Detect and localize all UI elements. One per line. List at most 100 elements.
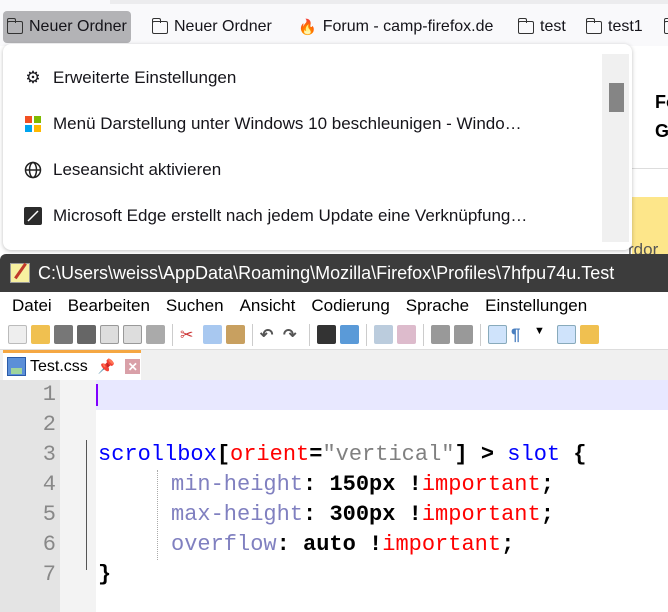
dropdown-arrow-icon[interactable]: ▼ xyxy=(534,325,553,344)
bookmark-label: test1 xyxy=(608,18,643,35)
bang: ! xyxy=(395,472,422,497)
redo-icon[interactable]: ↷ xyxy=(283,325,302,344)
bookmark-label: test xyxy=(540,18,566,35)
new-file-icon[interactable] xyxy=(8,325,27,344)
menu-suchen[interactable]: Suchen xyxy=(166,296,224,316)
bracket: [ xyxy=(216,442,231,467)
open-file-icon[interactable] xyxy=(31,325,50,344)
code-text: scrollbox[orient="vertical"] > slot { xyxy=(98,440,587,470)
tab-test-css[interactable]: Test.css 📌 ✕ xyxy=(3,350,141,380)
copy-icon[interactable] xyxy=(203,325,222,344)
folder-icon xyxy=(517,17,534,34)
bookmark-folder-more[interactable] xyxy=(660,11,668,43)
undo-icon[interactable]: ↶ xyxy=(260,325,279,344)
menu-ansicht[interactable]: Ansicht xyxy=(240,296,296,316)
bookmark-forum[interactable]: 🔥 Forum - camp-firefox.de xyxy=(294,11,497,43)
menu-bearbeiten[interactable]: Bearbeiten xyxy=(68,296,150,316)
semicolon: ; xyxy=(540,502,554,527)
line-number: 2 xyxy=(42,412,56,437)
paste-icon[interactable] xyxy=(226,325,245,344)
scrollbar-thumb[interactable] xyxy=(609,83,624,112)
toolbar: ✂ ↶ ↷ ¶ ▼ xyxy=(0,320,668,350)
line-number: 5 xyxy=(42,502,56,527)
selector: slot xyxy=(507,442,561,467)
value: 150px xyxy=(329,472,396,497)
selector: scrollbox xyxy=(98,442,217,467)
word-wrap-icon[interactable] xyxy=(488,325,507,344)
property: overflow xyxy=(171,532,277,557)
edge-icon xyxy=(23,206,43,226)
dropdown-item-microsoft-edge[interactable]: Microsoft Edge erstellt nach jedem Updat… xyxy=(23,201,527,231)
zoom-in-icon[interactable] xyxy=(374,325,393,344)
current-line-highlight xyxy=(96,380,668,410)
operator: = xyxy=(309,442,323,467)
code-text: min-height: 150px !important; xyxy=(171,470,554,500)
close-icon[interactable] xyxy=(100,325,119,344)
more-icon[interactable] xyxy=(580,325,599,344)
code-line: 3 scrollbox[orient="vertical"] > slot { xyxy=(0,440,668,470)
bang: ! xyxy=(395,502,422,527)
menu-einstellungen[interactable]: Einstellungen xyxy=(485,296,587,316)
dropdown-item-erweiterte-einstellungen[interactable]: ⚙ Erweiterte Einstellungen xyxy=(23,63,236,93)
save-icon[interactable] xyxy=(54,325,73,344)
globe-icon xyxy=(23,160,43,180)
folder-icon xyxy=(663,17,668,34)
menu-bar: Datei Bearbeiten Suchen Ansicht Codierun… xyxy=(0,292,668,320)
close-tab-icon[interactable]: ✕ xyxy=(125,359,141,374)
dropdown-item-menu-darstellung[interactable]: Menü Darstellung unter Windows 10 beschl… xyxy=(23,109,522,139)
menu-codierung[interactable]: Codierung xyxy=(311,296,389,316)
dropdown-scrollbar[interactable] xyxy=(602,54,629,242)
property: min-height xyxy=(171,472,304,497)
string: "vertical" xyxy=(322,442,455,467)
zoom-out-icon[interactable] xyxy=(397,325,416,344)
line-number: 4 xyxy=(42,472,56,497)
property: max-height xyxy=(171,502,304,527)
combinator: > xyxy=(467,442,508,467)
line-number: 3 xyxy=(42,442,56,467)
toolbar-separator xyxy=(252,323,253,346)
item-label: Erweiterte Einstellungen xyxy=(53,68,237,87)
brace: } xyxy=(98,562,112,587)
close-all-icon[interactable] xyxy=(123,325,142,344)
pin-icon[interactable]: 📌 xyxy=(98,358,115,375)
colon: : xyxy=(303,472,330,497)
bookmark-folder-neuer-ordner-1[interactable]: Neuer Ordner xyxy=(3,11,131,43)
replace-icon[interactable] xyxy=(340,325,359,344)
item-label: Menü Darstellung unter Windows 10 beschl… xyxy=(53,114,522,133)
cut-icon[interactable]: ✂ xyxy=(180,325,199,344)
toolbar-separator xyxy=(423,323,424,346)
line-number: 6 xyxy=(42,532,56,557)
bookmark-folder-test[interactable]: test xyxy=(514,11,570,43)
code-line: 6 overflow: auto !important; xyxy=(0,530,668,560)
title-bar: C:\Users\weiss\AppData\Roaming\Mozilla\F… xyxy=(0,254,668,292)
indent-guide-icon[interactable] xyxy=(557,325,576,344)
show-all-chars-icon[interactable]: ¶ xyxy=(511,325,530,344)
code-line: 7} xyxy=(0,560,668,590)
bookmarks-toolbar: Neuer Ordner Neuer Ordner 🔥 Forum - camp-… xyxy=(0,0,668,46)
folder-icon xyxy=(585,17,602,34)
toolbar-separator xyxy=(309,323,310,346)
tab-label: Test.css xyxy=(30,357,88,375)
bookmark-folder-test1[interactable]: test1 xyxy=(582,11,647,43)
code-line: 1 xyxy=(0,380,668,410)
print-icon[interactable] xyxy=(146,325,165,344)
menu-datei[interactable]: Datei xyxy=(12,296,52,316)
important: important xyxy=(421,472,541,497)
bookmark-folder-neuer-ordner-2[interactable]: Neuer Ordner xyxy=(148,11,276,43)
bracket: ] xyxy=(454,442,468,467)
window-title: C:\Users\weiss\AppData\Roaming\Mozilla\F… xyxy=(38,262,615,283)
text-caret xyxy=(96,384,98,406)
sync-horizontal-icon[interactable] xyxy=(454,325,473,344)
code-line: 4 min-height: 150px !important; xyxy=(0,470,668,500)
attribute: orient xyxy=(230,442,310,467)
menu-sprache[interactable]: Sprache xyxy=(406,296,469,316)
bookmark-folder-dropdown: ⚙ Erweiterte Einstellungen Menü Darstellu… xyxy=(3,44,632,250)
sync-vertical-icon[interactable] xyxy=(431,325,450,344)
save-all-icon[interactable] xyxy=(77,325,96,344)
find-icon[interactable] xyxy=(317,325,336,344)
code-editor[interactable]: 1 2 3 scrollbox[orient="vertical"] > slot… xyxy=(0,380,668,612)
semicolon: ; xyxy=(540,472,554,497)
dropdown-item-leseansicht[interactable]: Leseansicht aktivieren xyxy=(23,155,221,185)
item-label: Microsoft Edge erstellt nach jedem Updat… xyxy=(53,206,528,225)
folder-icon xyxy=(151,17,168,34)
